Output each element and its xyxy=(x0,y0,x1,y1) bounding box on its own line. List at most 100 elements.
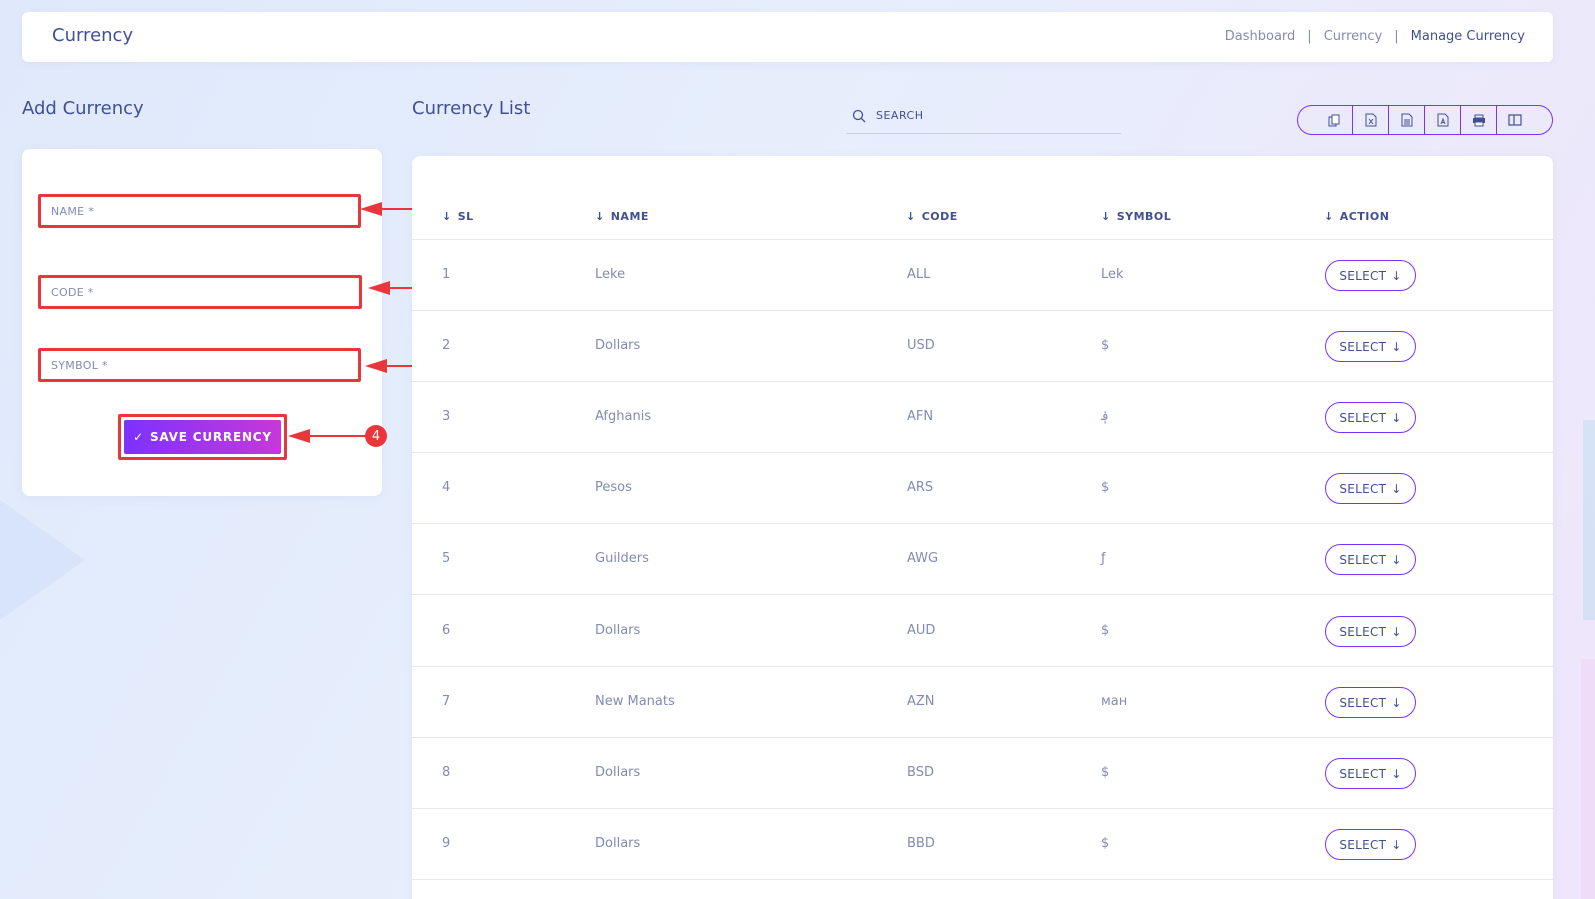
arrow-down-icon: ↓ xyxy=(1391,837,1402,852)
name-field-wrapper xyxy=(38,194,361,228)
breadcrumb-dashboard[interactable]: Dashboard xyxy=(1225,29,1296,44)
column-header-name[interactable]: ↓ NAME xyxy=(595,210,649,223)
sort-arrow-icon: ↓ xyxy=(906,210,916,223)
select-button[interactable]: SELECT ↓ xyxy=(1325,758,1416,789)
symbol-input[interactable] xyxy=(41,351,358,379)
select-button[interactable]: SELECT ↓ xyxy=(1325,616,1416,647)
search-icon xyxy=(852,109,866,122)
code-input[interactable] xyxy=(41,278,359,306)
cell-name: Guilders xyxy=(595,551,649,566)
sort-arrow-icon: ↓ xyxy=(595,210,605,223)
cell-code: AZN xyxy=(907,694,935,709)
sort-arrow-icon: ↓ xyxy=(1324,210,1334,223)
cell-symbol: ман xyxy=(1101,694,1128,709)
cell-code: ARS xyxy=(907,480,934,495)
cell-code: AFN xyxy=(907,409,934,424)
cell-symbol: $ xyxy=(1101,836,1110,851)
page-title: Currency xyxy=(52,25,134,46)
select-button[interactable]: SELECT ↓ xyxy=(1325,473,1416,504)
column-header-action[interactable]: ↓ ACTION xyxy=(1324,210,1389,223)
cell-symbol: ؋ xyxy=(1101,409,1109,424)
page-header: Currency Dashboard | Currency | Manage C… xyxy=(22,12,1553,62)
table-row: 2 Dollars USD $ SELECT ↓ xyxy=(412,311,1553,382)
cell-code: AUD xyxy=(907,623,936,638)
cell-name: Afghanis xyxy=(595,409,652,424)
pdf-button[interactable] xyxy=(1424,106,1460,134)
csv-button[interactable] xyxy=(1388,106,1424,134)
name-input[interactable] xyxy=(41,197,358,225)
cell-sl: 5 xyxy=(442,551,451,566)
breadcrumb-manage-currency[interactable]: Manage Currency xyxy=(1411,29,1525,44)
select-button[interactable]: SELECT ↓ xyxy=(1325,829,1416,860)
arrow-down-icon: ↓ xyxy=(1391,766,1402,781)
pdf-icon xyxy=(1437,113,1448,127)
cell-code: BBD xyxy=(907,836,935,851)
table-row: 6 Dollars AUD $ SELECT ↓ xyxy=(412,596,1553,667)
symbol-field-wrapper xyxy=(38,348,361,382)
arrow-down-icon: ↓ xyxy=(1391,624,1402,639)
save-button-highlight: ✓ SAVE CURRENCY xyxy=(118,414,287,460)
table-row: 3 Afghanis AFN ؋ SELECT ↓ xyxy=(412,382,1553,453)
select-button[interactable]: SELECT ↓ xyxy=(1325,402,1416,433)
currency-table: ↓ SL ↓ NAME ↓ CODE ↓ SYMBOL ↓ ACTION 1 Leke A… xyxy=(412,156,1553,899)
table-row: 8 Dollars BSD $ SELECT ↓ xyxy=(412,738,1553,809)
background-shape xyxy=(1583,420,1595,620)
arrow-down-icon: ↓ xyxy=(1391,695,1402,710)
column-header-code[interactable]: ↓ CODE xyxy=(906,210,958,223)
callout-arrow-icon xyxy=(288,429,310,443)
column-header-symbol[interactable]: ↓ SYMBOL xyxy=(1101,210,1171,223)
csv-icon xyxy=(1401,113,1412,127)
cell-code: ALL xyxy=(907,267,931,282)
table-row: 7 New Manats AZN ман SELECT ↓ xyxy=(412,667,1553,738)
table-row: 9 Dollars BBD $ SELECT ↓ xyxy=(412,809,1553,880)
arrow-down-icon: ↓ xyxy=(1391,339,1402,354)
save-currency-button[interactable]: ✓ SAVE CURRENCY xyxy=(124,420,281,454)
callout-arrow-icon xyxy=(368,281,390,295)
column-header-sl[interactable]: ↓ SL xyxy=(442,210,474,223)
cell-sl: 4 xyxy=(442,480,451,495)
search-input[interactable] xyxy=(876,109,1096,122)
cell-name: New Manats xyxy=(595,694,675,709)
select-button[interactable]: SELECT ↓ xyxy=(1325,331,1416,362)
cell-code: AWG xyxy=(907,551,939,566)
cell-name: Pesos xyxy=(595,480,632,495)
print-icon xyxy=(1472,114,1485,126)
search-box xyxy=(846,98,1121,134)
copy-button[interactable] xyxy=(1316,106,1352,134)
excel-icon xyxy=(1365,113,1376,127)
cell-sl: 2 xyxy=(442,338,451,353)
copy-icon xyxy=(1328,114,1339,126)
columns-button[interactable] xyxy=(1496,106,1532,134)
select-button[interactable]: SELECT ↓ xyxy=(1325,260,1416,291)
background-shape xyxy=(1581,659,1595,899)
select-button[interactable]: SELECT ↓ xyxy=(1325,544,1416,575)
arrow-down-icon: ↓ xyxy=(1391,481,1402,496)
sort-arrow-icon: ↓ xyxy=(1101,210,1111,223)
callout-arrow-icon xyxy=(365,359,387,373)
currency-list-title: Currency List xyxy=(412,98,531,119)
breadcrumb: Dashboard | Currency | Manage Currency xyxy=(1225,29,1525,44)
cell-symbol: $ xyxy=(1101,338,1110,353)
breadcrumb-separator: | xyxy=(1307,29,1312,44)
table-header: ↓ SL ↓ NAME ↓ CODE ↓ SYMBOL ↓ ACTION xyxy=(412,196,1553,240)
cell-sl: 9 xyxy=(442,836,451,851)
columns-icon xyxy=(1507,114,1522,126)
background-shape xyxy=(0,500,85,620)
callout-line xyxy=(308,435,370,437)
cell-symbol: $ xyxy=(1101,480,1110,495)
callout-arrow-icon xyxy=(360,202,382,216)
table-row: 1 Leke ALL Lek SELECT ↓ xyxy=(412,240,1553,311)
excel-button[interactable] xyxy=(1352,106,1388,134)
table-row: 5 Guilders AWG ƒ SELECT ↓ xyxy=(412,524,1553,595)
cell-symbol: $ xyxy=(1101,623,1110,638)
save-currency-label: SAVE CURRENCY xyxy=(149,430,272,444)
add-currency-title: Add Currency xyxy=(22,98,144,119)
breadcrumb-currency[interactable]: Currency xyxy=(1324,29,1383,44)
breadcrumb-separator: | xyxy=(1394,29,1399,44)
cell-name: Leke xyxy=(595,267,626,282)
print-button[interactable] xyxy=(1460,106,1496,134)
arrow-down-icon: ↓ xyxy=(1391,552,1402,567)
cell-symbol: ƒ xyxy=(1101,551,1106,566)
callout-badge-4: 4 xyxy=(365,425,387,447)
select-button[interactable]: SELECT ↓ xyxy=(1325,687,1416,718)
